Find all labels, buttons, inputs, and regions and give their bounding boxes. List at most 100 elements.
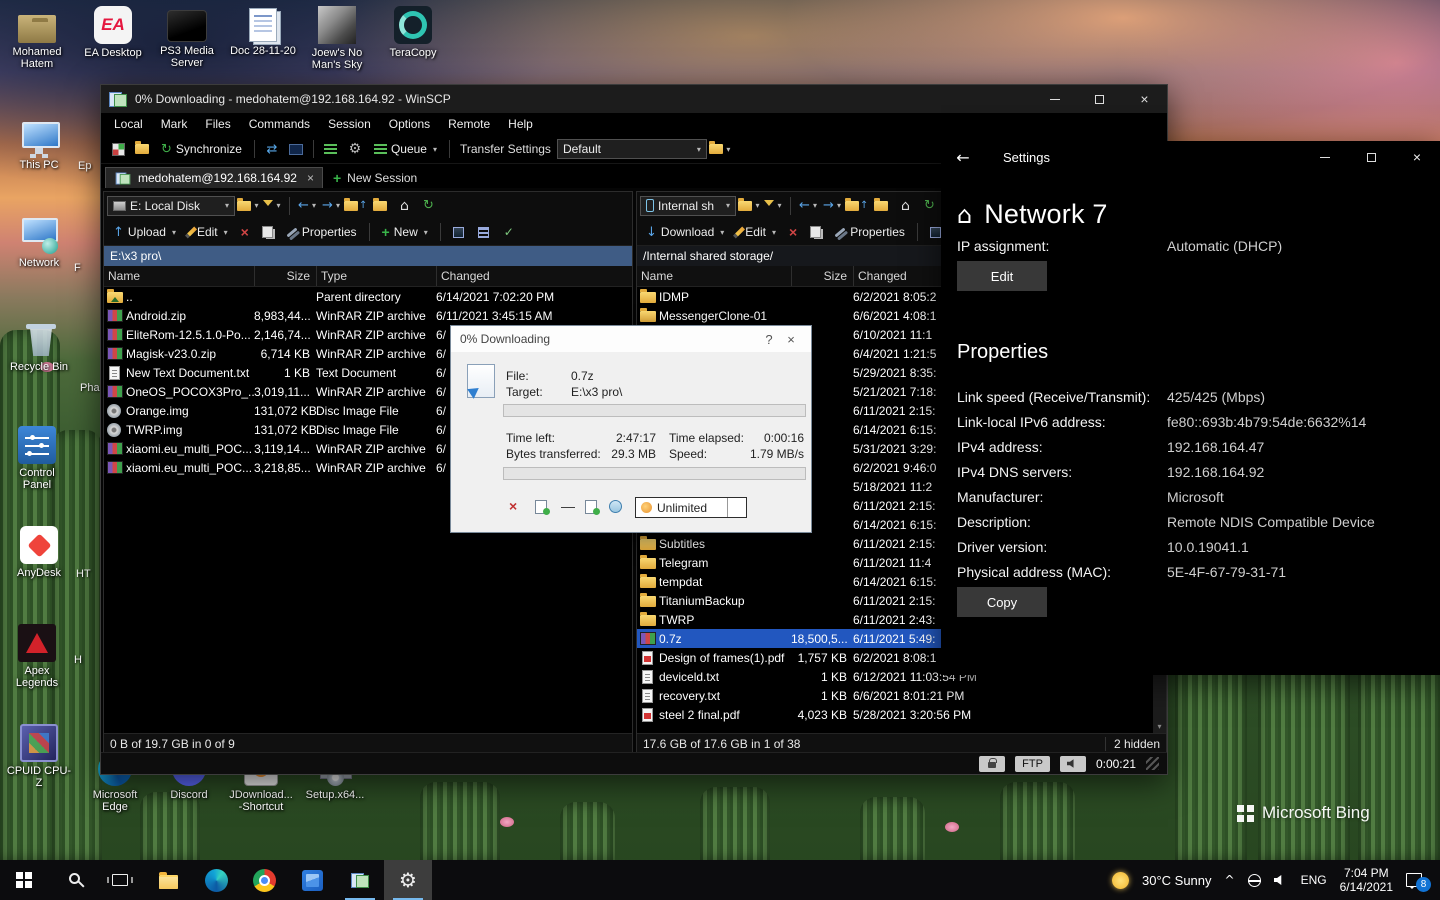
preferences-gear-icon[interactable]: ⚙ (344, 138, 366, 160)
copy-button[interactable]: Copy (957, 587, 1047, 617)
queue-list-icon[interactable] (320, 138, 342, 160)
desktop-icon-ps3-media-server[interactable]: PS3 Media Server (154, 6, 220, 69)
language-indicator[interactable]: ENG (1301, 873, 1327, 887)
help-icon[interactable]: ? (758, 332, 780, 347)
back-icon[interactable]: ←▾ (296, 195, 318, 217)
edit-button[interactable]: Edit (957, 261, 1047, 291)
synchronize-button[interactable]: ↻Synchronize (155, 140, 248, 159)
menu-session[interactable]: Session (319, 117, 380, 131)
file-row[interactable]: steel 2 final.pdf4,023 KB5/28/2021 3:20:… (637, 705, 1166, 724)
background-button[interactable] (585, 500, 597, 517)
desktop-icon-ea-desktop[interactable]: EA EA Desktop (80, 6, 146, 59)
desktop-icon-control-panel[interactable]: Control Panel (4, 426, 70, 491)
column-name[interactable]: Name (104, 266, 254, 286)
weather-icon[interactable] (1112, 872, 1129, 889)
column-changed[interactable]: Changed (436, 266, 632, 286)
network-tray-icon[interactable] (1248, 874, 1261, 887)
speed-limit-select[interactable]: Unlimited (635, 497, 747, 518)
session-grid-icon[interactable] (107, 138, 129, 160)
desktop-icon-teracopy[interactable]: TeraCopy (380, 6, 446, 59)
close-button[interactable]: × (1394, 142, 1440, 172)
forward-icon[interactable]: →▾ (320, 195, 342, 217)
select-check-icon[interactable]: ✓ (498, 221, 520, 243)
settings-taskbar-button[interactable]: ⚙ (384, 860, 432, 900)
winscp-titlebar[interactable]: 0% Downloading - medohatem@192.168.164.9… (101, 85, 1167, 113)
remote-drive-selector[interactable]: Internal sh ▾ (640, 196, 736, 216)
home-directory-icon[interactable]: ⌂ (894, 195, 916, 217)
close-tab-icon[interactable]: × (307, 171, 314, 185)
new-session-tab[interactable]: + New Session (325, 167, 425, 188)
back-button[interactable]: ← (941, 148, 985, 167)
parent-directory-icon[interactable]: ↑ (845, 195, 868, 217)
new-button[interactable]: +New▾ (377, 222, 433, 242)
session-tab[interactable]: medohatem@192.168.164.92 × (105, 167, 323, 188)
search-button[interactable] (48, 860, 96, 900)
file-explorer-button[interactable] (144, 860, 192, 900)
volume-icon[interactable] (1274, 874, 1288, 886)
edit-button[interactable]: Edit▾ (732, 223, 781, 241)
desktop-icon-recycle-bin[interactable]: Recycle Bin (6, 320, 72, 373)
queue-button[interactable]: Queue▾ (368, 140, 443, 158)
file-row[interactable]: ..Parent directory6/14/2021 7:02:20 PM (104, 287, 632, 306)
open-session-icon[interactable] (131, 138, 153, 160)
sound-button[interactable] (1060, 756, 1086, 772)
winscp-taskbar-button[interactable] (336, 860, 384, 900)
minimize-button[interactable] (1302, 142, 1348, 172)
drive-selector[interactable]: E: Local Disk ▾ (107, 196, 235, 216)
task-view-button[interactable] (96, 860, 144, 900)
column-type[interactable]: Type (316, 266, 436, 286)
upload-button[interactable]: ↑Upload▾ (108, 223, 181, 242)
start-button[interactable] (0, 860, 48, 900)
back-icon[interactable]: ←▾ (797, 195, 819, 217)
desktop-icon-network[interactable]: Network (6, 216, 72, 269)
filter-icon[interactable]: ▾ (261, 195, 283, 217)
column-name[interactable]: Name (637, 266, 791, 286)
file-row[interactable]: recovery.txt1 KB6/6/2021 8:01:21 PM (637, 686, 1166, 705)
network-button[interactable] (609, 500, 622, 516)
duplicate-button[interactable] (257, 224, 278, 240)
menu-remote[interactable]: Remote (439, 117, 499, 131)
menu-files[interactable]: Files (196, 117, 239, 131)
local-path-bar[interactable]: E:\x3 pro\ (104, 246, 632, 266)
transfer-options-icon[interactable]: ▾ (709, 138, 731, 160)
action-center-button[interactable]: 8 (1406, 873, 1422, 887)
transfer-arrows-icon[interactable]: ⇄ (261, 138, 283, 160)
folder-dropdown-icon[interactable]: ▾ (738, 195, 760, 217)
dialog-titlebar[interactable]: 0% Downloading ? × (451, 326, 811, 352)
cancel-button[interactable]: × (509, 498, 517, 514)
minimize-button[interactable] (1032, 85, 1077, 113)
desktop-icon-anydesk[interactable]: AnyDesk (6, 526, 72, 579)
download-button[interactable]: ↓Download▾ (641, 223, 729, 242)
delete-button[interactable]: × (236, 222, 254, 242)
weather-text[interactable]: 30°C Sunny (1142, 873, 1212, 888)
filter-icon[interactable]: ▾ (762, 195, 784, 217)
edit-button[interactable]: Edit▾ (184, 223, 233, 241)
dialog-close-icon[interactable]: × (780, 332, 802, 347)
desktop-icon-mohamed-hatem[interactable]: Mohamed Hatem (4, 8, 70, 70)
menu-help[interactable]: Help (499, 117, 542, 131)
menu-mark[interactable]: Mark (152, 117, 197, 131)
duplicate-button[interactable] (805, 224, 826, 240)
forward-icon[interactable]: →▾ (821, 195, 843, 217)
close-button[interactable]: × (1122, 85, 1167, 113)
resize-grip[interactable] (1146, 757, 1159, 770)
refresh-icon[interactable]: ↻ (918, 195, 940, 217)
view-list-icon[interactable] (473, 221, 495, 243)
column-size[interactable]: Size (791, 266, 853, 286)
minimize-dialog-button[interactable]: — (561, 498, 575, 514)
root-directory-icon[interactable] (369, 195, 391, 217)
desktop-icon-this-pc[interactable]: This PC (6, 118, 72, 171)
menu-options[interactable]: Options (380, 117, 439, 131)
file-row[interactable]: Android.zip8,983,44...WinRAR ZIP archive… (104, 306, 632, 325)
folder-dropdown-icon[interactable]: ▾ (237, 195, 259, 217)
parent-directory-icon[interactable]: ↑ (344, 195, 367, 217)
maximize-button[interactable] (1348, 142, 1394, 172)
scroll-down-icon[interactable]: ▾ (1153, 720, 1166, 733)
edge-taskbar-button[interactable] (192, 860, 240, 900)
desktop-icon-apex-legends[interactable]: Apex Legends (4, 624, 70, 689)
desktop-icon-doc[interactable]: Doc 28-11-20 (230, 6, 296, 57)
menu-local[interactable]: Local (105, 117, 152, 131)
suspend-button[interactable] (535, 500, 547, 517)
refresh-icon[interactable]: ↻ (417, 195, 439, 217)
column-size[interactable]: Size (254, 266, 316, 286)
